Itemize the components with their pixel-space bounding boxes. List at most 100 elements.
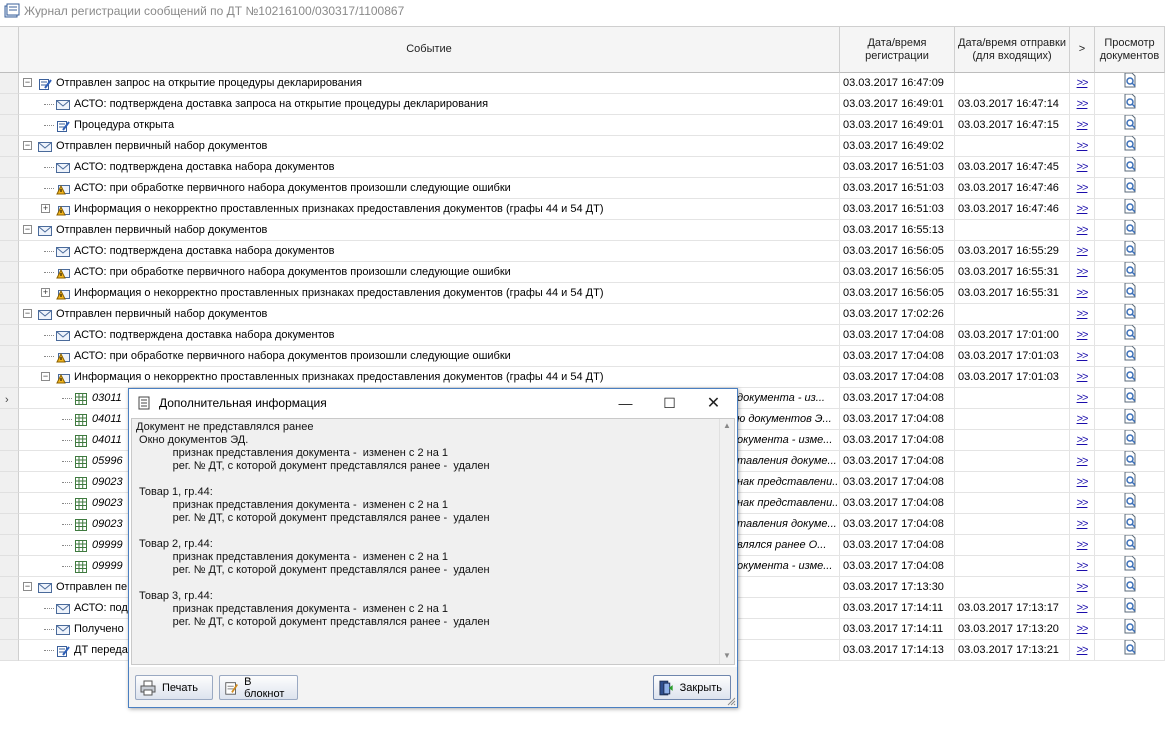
column-header-sent-date[interactable]: Дата/время отправки (для входящих)	[955, 26, 1070, 73]
table-row[interactable]: Процедура открыта 03.03.2017 16:49:01 03.0…	[0, 115, 1165, 136]
view-document-icon[interactable]	[1123, 640, 1137, 660]
row-selector[interactable]	[0, 388, 19, 409]
row-selector[interactable]	[0, 514, 19, 535]
event-cell[interactable]: АСТО: подтверждена доставка запроса на о…	[19, 94, 840, 115]
row-selector[interactable]	[0, 619, 19, 640]
view-document-icon[interactable]	[1123, 262, 1137, 282]
event-cell[interactable]: + Информация о некорректно проставленных …	[19, 199, 840, 220]
view-document-icon[interactable]	[1123, 136, 1137, 156]
table-row[interactable]: + Информация о некорректно проставленных …	[0, 199, 1165, 220]
collapse-icon[interactable]: −	[41, 372, 50, 381]
collapse-icon[interactable]: −	[23, 309, 32, 318]
open-details-link[interactable]: >>	[1077, 119, 1089, 131]
resize-grip-icon[interactable]	[726, 696, 736, 706]
row-selector[interactable]	[0, 157, 19, 178]
open-details-link[interactable]: >>	[1077, 455, 1089, 467]
table-row[interactable]: − Информация о некорректно проставленных …	[0, 367, 1165, 388]
collapse-icon[interactable]: −	[23, 141, 32, 150]
view-document-icon[interactable]	[1123, 346, 1137, 366]
additional-info-dialog[interactable]: Дополнительная информация — ☐ ✕ Документ…	[128, 388, 738, 708]
row-selector[interactable]	[0, 556, 19, 577]
open-details-link[interactable]: >>	[1077, 434, 1089, 446]
row-selector[interactable]	[0, 430, 19, 451]
row-selector[interactable]	[0, 115, 19, 136]
view-document-icon[interactable]	[1123, 241, 1137, 261]
view-document-icon[interactable]	[1123, 367, 1137, 387]
open-details-link[interactable]: >>	[1077, 224, 1089, 236]
view-document-icon[interactable]	[1123, 325, 1137, 345]
view-document-icon[interactable]	[1123, 430, 1137, 450]
column-header-reg-date[interactable]: Дата/время регистрации	[840, 26, 955, 73]
close-window-button[interactable]: ✕	[691, 389, 736, 417]
row-selector[interactable]	[0, 640, 19, 661]
open-details-link[interactable]: >>	[1077, 518, 1089, 530]
expand-icon[interactable]: +	[41, 204, 50, 213]
minimize-button[interactable]: —	[603, 389, 648, 417]
column-header-event[interactable]: Событие	[19, 26, 840, 73]
scroll-up-icon[interactable]: ▲	[723, 421, 731, 430]
table-row[interactable]: АСТО: при обработке первичного набора до…	[0, 346, 1165, 367]
table-row[interactable]: − Отправлен запрос на открытие процедуры …	[0, 73, 1165, 94]
view-document-icon[interactable]	[1123, 619, 1137, 639]
open-details-link[interactable]: >>	[1077, 476, 1089, 488]
row-selector[interactable]	[0, 262, 19, 283]
open-details-link[interactable]: >>	[1077, 602, 1089, 614]
view-document-icon[interactable]	[1123, 577, 1137, 597]
open-details-link[interactable]: >>	[1077, 329, 1089, 341]
view-document-icon[interactable]	[1123, 304, 1137, 324]
table-row[interactable]: АСТО: при обработке первичного набора до…	[0, 262, 1165, 283]
row-selector[interactable]	[0, 304, 19, 325]
view-document-icon[interactable]	[1123, 199, 1137, 219]
info-textarea[interactable]: Документ не представлялся ранее Окно док…	[131, 418, 735, 665]
row-selector[interactable]	[0, 451, 19, 472]
event-cell[interactable]: АСТО: при обработке первичного набора до…	[19, 346, 840, 367]
collapse-icon[interactable]: −	[23, 225, 32, 234]
open-details-link[interactable]: >>	[1077, 644, 1089, 656]
open-details-link[interactable]: >>	[1077, 350, 1089, 362]
event-cell[interactable]: АСТО: подтверждена доставка набора докум…	[19, 325, 840, 346]
view-document-icon[interactable]	[1123, 94, 1137, 114]
event-cell[interactable]: Процедура открыта	[19, 115, 840, 136]
column-header-link[interactable]: >	[1070, 26, 1095, 73]
row-selector[interactable]	[0, 325, 19, 346]
open-details-link[interactable]: >>	[1077, 77, 1089, 89]
row-selector[interactable]	[0, 283, 19, 304]
column-header-view[interactable]: Просмотр документов	[1095, 26, 1165, 73]
table-row[interactable]: АСТО: подтверждена доставка набора докум…	[0, 325, 1165, 346]
event-cell[interactable]: АСТО: при обработке первичного набора до…	[19, 262, 840, 283]
maximize-button[interactable]: ☐	[647, 389, 692, 417]
open-details-link[interactable]: >>	[1077, 371, 1089, 383]
event-cell[interactable]: АСТО: подтверждена доставка набора докум…	[19, 241, 840, 262]
open-details-link[interactable]: >>	[1077, 413, 1089, 425]
row-selector[interactable]	[0, 94, 19, 115]
event-cell[interactable]: АСТО: подтверждена доставка набора докум…	[19, 157, 840, 178]
open-details-link[interactable]: >>	[1077, 266, 1089, 278]
open-details-link[interactable]: >>	[1077, 623, 1089, 635]
open-details-link[interactable]: >>	[1077, 245, 1089, 257]
table-row[interactable]: АСТО: подтверждена доставка запроса на о…	[0, 94, 1165, 115]
collapse-icon[interactable]: −	[23, 582, 32, 591]
table-row[interactable]: АСТО: подтверждена доставка набора докум…	[0, 241, 1165, 262]
row-selector[interactable]	[0, 241, 19, 262]
collapse-icon[interactable]: −	[23, 78, 32, 87]
open-details-link[interactable]: >>	[1077, 497, 1089, 509]
view-document-icon[interactable]	[1123, 283, 1137, 303]
table-row[interactable]: − Отправлен первичный набор документов 03.…	[0, 304, 1165, 325]
row-selector[interactable]	[0, 136, 19, 157]
open-details-link[interactable]: >>	[1077, 287, 1089, 299]
event-cell[interactable]: − Отправлен первичный набор документов	[19, 220, 840, 241]
table-row[interactable]: − Отправлен первичный набор документов 03.…	[0, 136, 1165, 157]
row-selector[interactable]	[0, 472, 19, 493]
event-cell[interactable]: − Отправлен запрос на открытие процедуры …	[19, 73, 840, 94]
open-details-link[interactable]: >>	[1077, 161, 1089, 173]
view-document-icon[interactable]	[1123, 451, 1137, 471]
print-button[interactable]: Печать	[135, 675, 213, 700]
row-selector[interactable]	[0, 220, 19, 241]
view-document-icon[interactable]	[1123, 493, 1137, 513]
scroll-down-icon[interactable]: ▼	[723, 651, 731, 660]
event-cell[interactable]: − Информация о некорректно проставленных …	[19, 367, 840, 388]
row-selector[interactable]	[0, 367, 19, 388]
event-cell[interactable]: − Отправлен первичный набор документов	[19, 304, 840, 325]
view-document-icon[interactable]	[1123, 535, 1137, 555]
view-document-icon[interactable]	[1123, 178, 1137, 198]
